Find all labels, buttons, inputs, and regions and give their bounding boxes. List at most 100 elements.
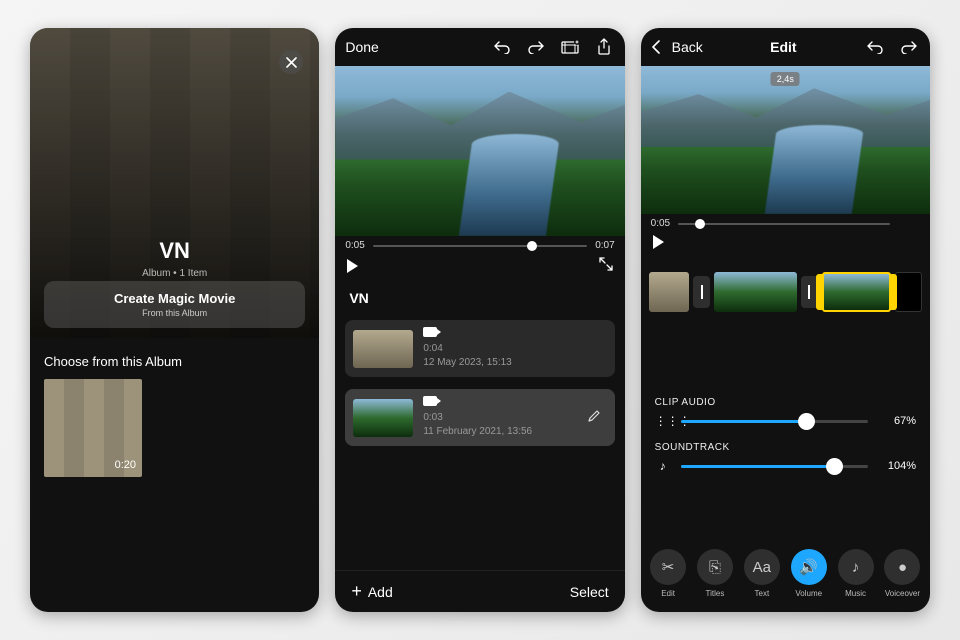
tool-edit[interactable]: ✂ Edit (650, 549, 686, 598)
close-icon (286, 57, 297, 68)
time-current: 0:05 (345, 240, 364, 251)
undo-button[interactable] (491, 36, 513, 58)
tool-label: Titles (706, 589, 725, 598)
clip-row[interactable]: 0:03 11 February 2021, 13:56 (345, 389, 614, 446)
album-title: VN (30, 238, 319, 264)
video-icon (423, 396, 437, 406)
add-media-button[interactable] (559, 36, 581, 58)
project-album-name: VN (335, 282, 624, 314)
edit-clip-button[interactable] (587, 409, 607, 426)
pencil-icon (587, 409, 601, 423)
audio-controls: CLIP AUDIO ⋮⋮⋮ 67% SOUNDTRACK ♪ 104% (641, 319, 930, 487)
duration-badge: 2,4s (771, 72, 800, 86)
waveform-icon: ⋮⋮⋮ (655, 414, 671, 428)
scrubber-handle[interactable] (695, 219, 705, 229)
video-preview[interactable]: 2,4s (641, 66, 930, 214)
transition-button[interactable] (693, 276, 710, 308)
clip-meta: 0:04 12 May 2023, 15:13 (423, 327, 606, 370)
bottom-bar: +Add Select (335, 570, 624, 612)
done-button[interactable]: Done (345, 39, 378, 55)
topbar: Back Edit (641, 28, 930, 66)
album-hero: VN Album • 1 Item Create Magic Movie Fro… (30, 28, 319, 338)
time-total: 0:07 (595, 240, 614, 251)
topbar: Done (335, 28, 624, 66)
undo-button[interactable] (864, 36, 886, 58)
soundtrack-value: 104% (878, 460, 916, 472)
scrubber: 0:05 0:07 (335, 236, 624, 251)
screen-edit-volume: Back Edit 2,4s 0:05 CLIP AUDIO ⋮⋮⋮ (641, 28, 930, 612)
filmstrip-plus-icon (560, 39, 580, 55)
tool-voiceover[interactable]: ● Voiceover (884, 549, 920, 598)
scrubber: 0:05 (641, 214, 930, 229)
clip-audio-value: 67% (878, 415, 916, 427)
scrubber-track[interactable] (373, 245, 587, 247)
time-current: 0:05 (651, 218, 670, 229)
clip-audio-slider[interactable] (681, 420, 868, 423)
screen-album-picker: VN Album • 1 Item Create Magic Movie Fro… (30, 28, 319, 612)
share-icon (597, 38, 611, 56)
timeline-clip-selected[interactable] (822, 272, 891, 312)
magic-button-subtitle: From this Album (44, 308, 305, 318)
tool-label: Music (845, 589, 866, 598)
close-button[interactable] (279, 50, 303, 74)
edit-icon: ✂ (650, 549, 686, 585)
redo-button[interactable] (525, 36, 547, 58)
screen-title: Edit (770, 39, 796, 55)
magic-button-title: Create Magic Movie (44, 291, 305, 306)
video-icon (423, 327, 437, 337)
redo-icon (900, 40, 918, 54)
undo-icon (493, 40, 511, 54)
expand-icon (599, 257, 613, 271)
tool-text[interactable]: Aa Text (744, 549, 780, 598)
soundtrack-slider[interactable] (681, 465, 868, 468)
create-magic-movie-button[interactable]: Create Magic Movie From this Album (44, 281, 305, 328)
thumbnail-duration: 0:20 (115, 459, 136, 471)
volume-icon: 🔊 (791, 549, 827, 585)
choose-from-album-label: Choose from this Album (30, 338, 319, 379)
music-note-icon: ♪ (655, 459, 671, 473)
play-button[interactable] (347, 259, 358, 273)
tool-music[interactable]: ♪ Music (838, 549, 874, 598)
clip-date: 11 February 2021, 13:56 (423, 426, 532, 437)
text-icon: Aa (744, 549, 780, 585)
tool-titles[interactable]: ⎘ Titles (697, 549, 733, 598)
clip-thumbnail (353, 330, 413, 368)
tool-volume[interactable]: 🔊 Volume (791, 549, 827, 598)
share-button[interactable] (593, 36, 615, 58)
timeline[interactable] (641, 257, 930, 319)
back-button[interactable]: Back (651, 39, 703, 55)
play-button[interactable] (653, 235, 664, 249)
scrubber-track[interactable] (678, 223, 890, 225)
screen-project-clips: Done 0:05 0:07 VN 0:04 12 May 2023, 15:1… (335, 28, 624, 612)
tool-dock: ✂ Edit ⎘ Titles Aa Text 🔊 Volume ♪ Music ● Voiceove… (641, 539, 930, 612)
timeline-clip[interactable] (714, 272, 796, 312)
clip-date: 12 May 2023, 15:13 (423, 357, 511, 368)
tool-label: Volume (795, 589, 822, 598)
music-icon: ♪ (838, 549, 874, 585)
chevron-left-icon (651, 40, 660, 54)
add-button[interactable]: +Add (351, 581, 392, 602)
tool-label: Voiceover (885, 589, 920, 598)
fullscreen-button[interactable] (599, 257, 613, 274)
redo-button[interactable] (898, 36, 920, 58)
timeline-end (895, 272, 922, 312)
titles-icon: ⎘ (697, 549, 733, 585)
voiceover-icon: ● (884, 549, 920, 585)
clip-row[interactable]: 0:04 12 May 2023, 15:13 (345, 320, 614, 377)
album-subtitle: Album • 1 Item (30, 268, 319, 279)
select-button[interactable]: Select (570, 584, 609, 600)
clip-meta: 0:03 11 February 2021, 13:56 (423, 396, 576, 439)
video-preview[interactable] (335, 66, 624, 236)
album-thumbnail[interactable]: 0:20 (44, 379, 142, 477)
tool-label: Edit (661, 589, 675, 598)
scrubber-handle[interactable] (527, 241, 537, 251)
tool-label: Text (755, 589, 770, 598)
clip-duration: 0:04 (423, 343, 442, 354)
undo-icon (866, 40, 884, 54)
clip-audio-label: CLIP AUDIO (655, 397, 916, 408)
timeline-clip[interactable] (649, 272, 689, 312)
redo-icon (527, 40, 545, 54)
soundtrack-label: SOUNDTRACK (655, 442, 916, 453)
clip-thumbnail (353, 399, 413, 437)
clip-duration: 0:03 (423, 412, 442, 423)
